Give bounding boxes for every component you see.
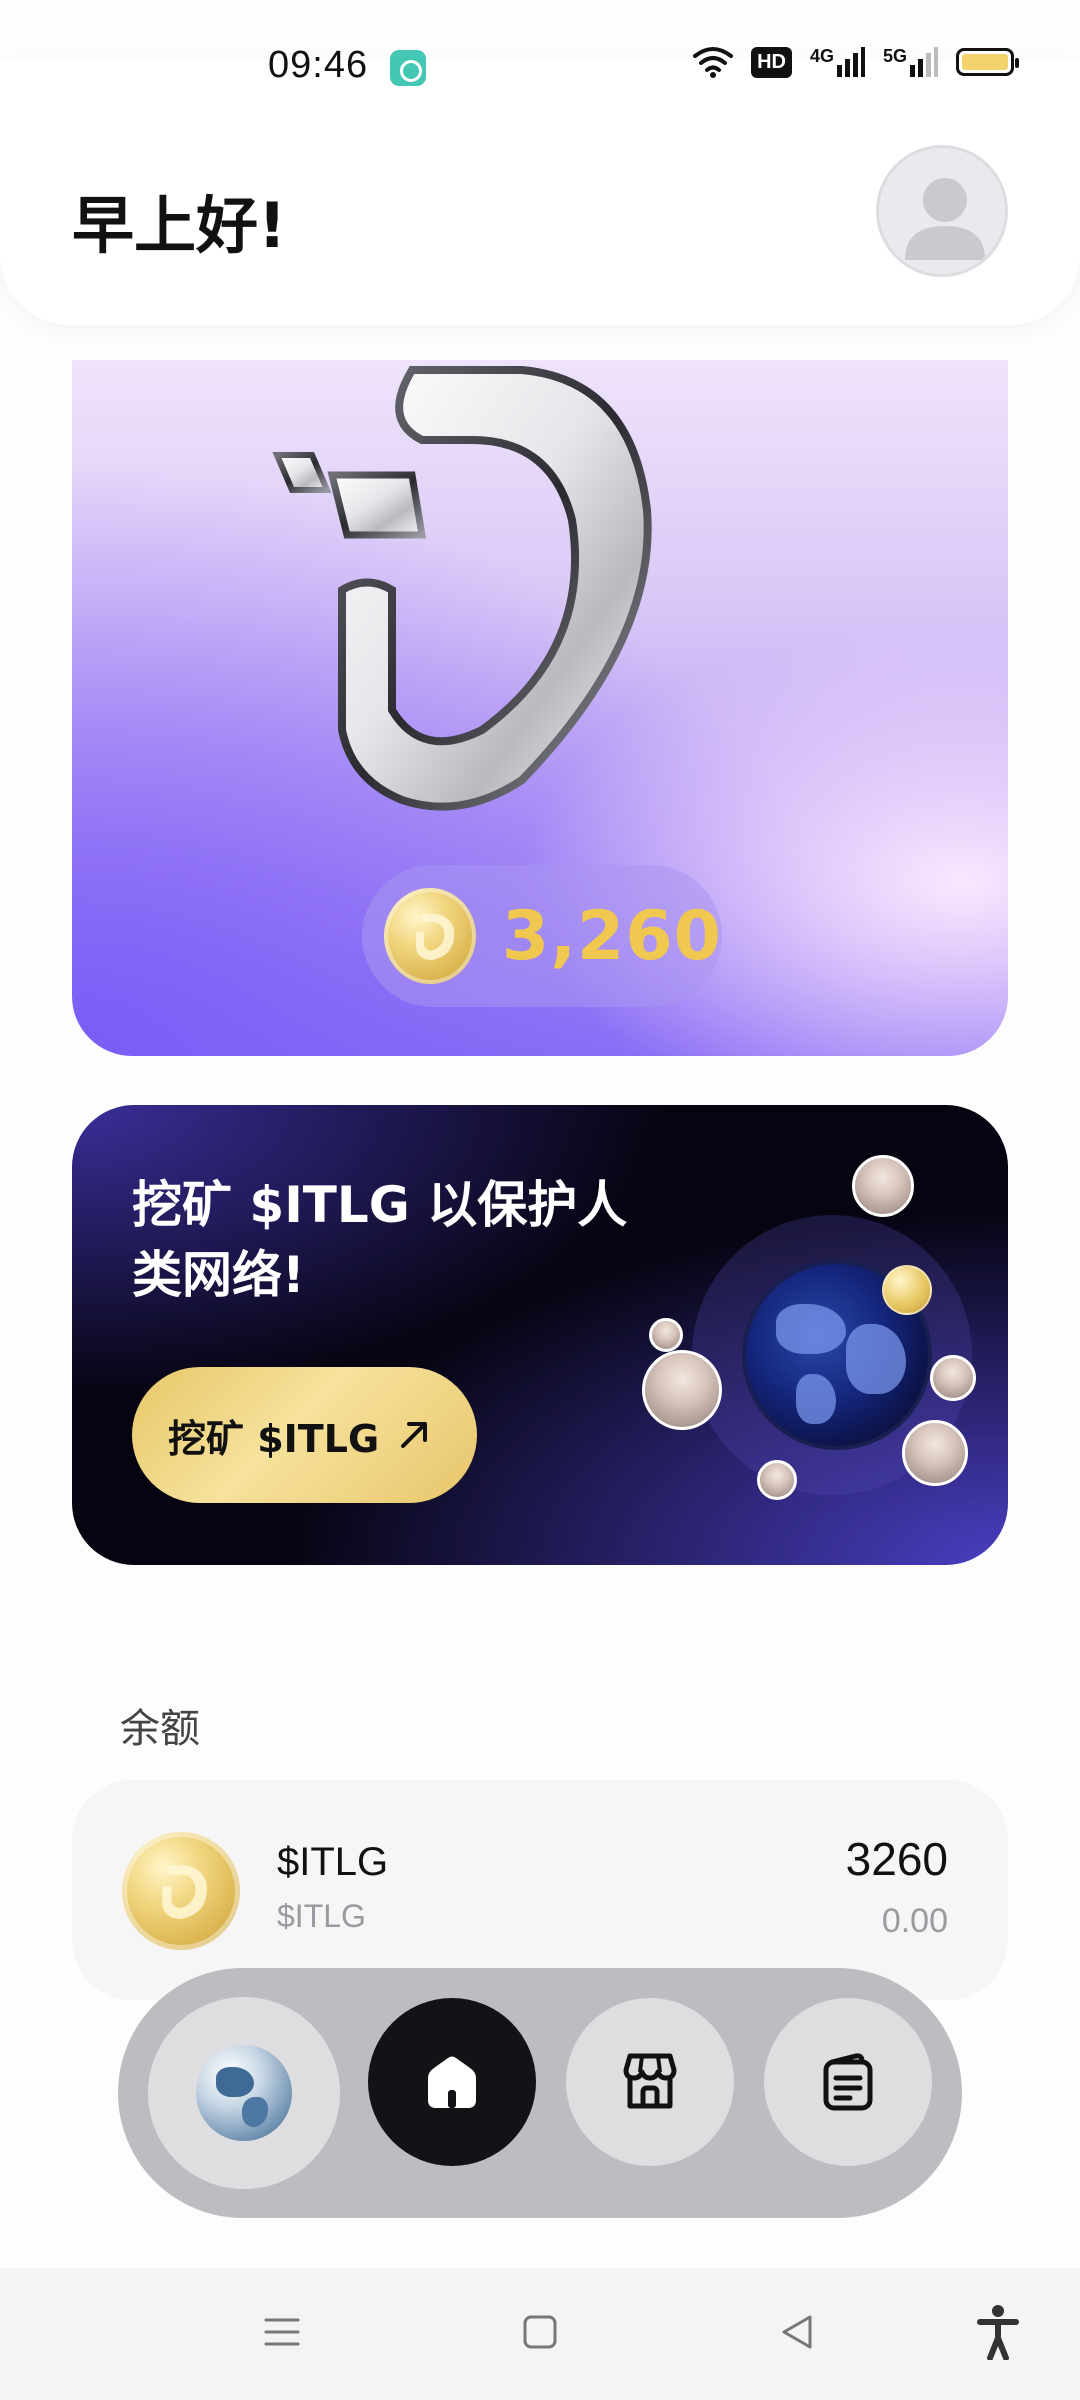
hd-badge: HD <box>751 46 792 78</box>
wifi-icon <box>693 47 734 78</box>
token-amount: 3260 <box>845 1833 948 1885</box>
signal-bars-icon <box>910 47 938 77</box>
avatar-person <box>642 1350 722 1430</box>
token-name: $ITLG <box>277 1840 389 1884</box>
system-nav-bar <box>0 2268 1080 2400</box>
signal-bars-icon <box>836 47 865 77</box>
home-icon <box>428 2056 476 2108</box>
status-bar: 09:46 HD 4G 5G <box>0 0 1080 130</box>
itlg-coin-icon <box>384 888 476 984</box>
avatar[interactable] <box>876 145 1008 277</box>
balance-section-label: 余额 <box>120 1706 200 1752</box>
net-5g-label: 5G <box>882 46 907 66</box>
signal-5g: 5G <box>883 47 938 77</box>
mining-banner[interactable]: 挖矿 $ITLG 以保护人类网络! 挖矿 $ITLG <box>72 1105 1008 1565</box>
coin-balance-pill: 3,260 <box>362 865 722 1007</box>
globe-icon <box>196 2045 292 2141</box>
bottom-nav <box>118 1968 962 2218</box>
mine-itlg-button[interactable]: 挖矿 $ITLG <box>132 1367 477 1503</box>
battery-level <box>962 54 1008 70</box>
app-notification-icon <box>390 50 426 86</box>
arrow-up-right-icon <box>401 1422 428 1448</box>
back-icon <box>782 2315 812 2349</box>
accessibility-icon <box>977 2305 1019 2360</box>
status-time: 09:46 <box>268 44 369 86</box>
itlg-coin-icon <box>122 1832 240 1950</box>
home-system-button[interactable] <box>520 2312 560 2352</box>
nav-home[interactable] <box>368 1998 536 2166</box>
avatar-person <box>930 1355 976 1401</box>
globe-illustration <box>642 1155 982 1515</box>
nav-explore[interactable] <box>148 1997 340 2189</box>
avatar-person <box>649 1318 683 1352</box>
screen: 09:46 HD 4G 5G 早上好! 3,260 挖矿 $ITLG 以保护人类… <box>0 0 1080 2400</box>
itlg-logo-icon <box>272 366 652 811</box>
accessibility-button[interactable] <box>976 2304 1020 2360</box>
nav-store[interactable] <box>566 1998 734 2166</box>
docs-icon <box>823 2053 873 2111</box>
avatar-person <box>902 1420 968 1486</box>
token-balance-row[interactable]: $ITLG $ITLG 3260 0.00 <box>72 1780 1008 2000</box>
token-symbol: $ITLG <box>277 1898 366 1934</box>
nav-docs[interactable] <box>764 1998 932 2166</box>
store-icon <box>623 2053 677 2109</box>
signal-4g: 4G <box>810 47 865 77</box>
status-indicators: HD 4G 5G <box>693 46 1019 78</box>
avatar-person <box>852 1155 914 1217</box>
net-4g-label: 4G <box>809 46 834 66</box>
menu-button[interactable] <box>262 2312 302 2352</box>
greeting-title: 早上好! <box>72 189 287 262</box>
battery-icon <box>956 48 1019 76</box>
square-icon <box>523 2315 557 2349</box>
menu-icon <box>264 2318 300 2346</box>
hero-card: 3,260 <box>72 360 1008 1056</box>
mini-coin-icon <box>882 1265 932 1315</box>
coin-amount: 3,260 <box>501 896 722 976</box>
back-button[interactable] <box>778 2312 818 2352</box>
mine-button-label: 挖矿 $ITLG <box>168 1416 380 1461</box>
avatar-person <box>757 1460 797 1500</box>
user-icon <box>905 178 985 260</box>
token-fiat-value: 0.00 <box>881 1902 948 1940</box>
mining-title: 挖矿 $ITLG 以保护人类网络! <box>132 1176 628 1304</box>
